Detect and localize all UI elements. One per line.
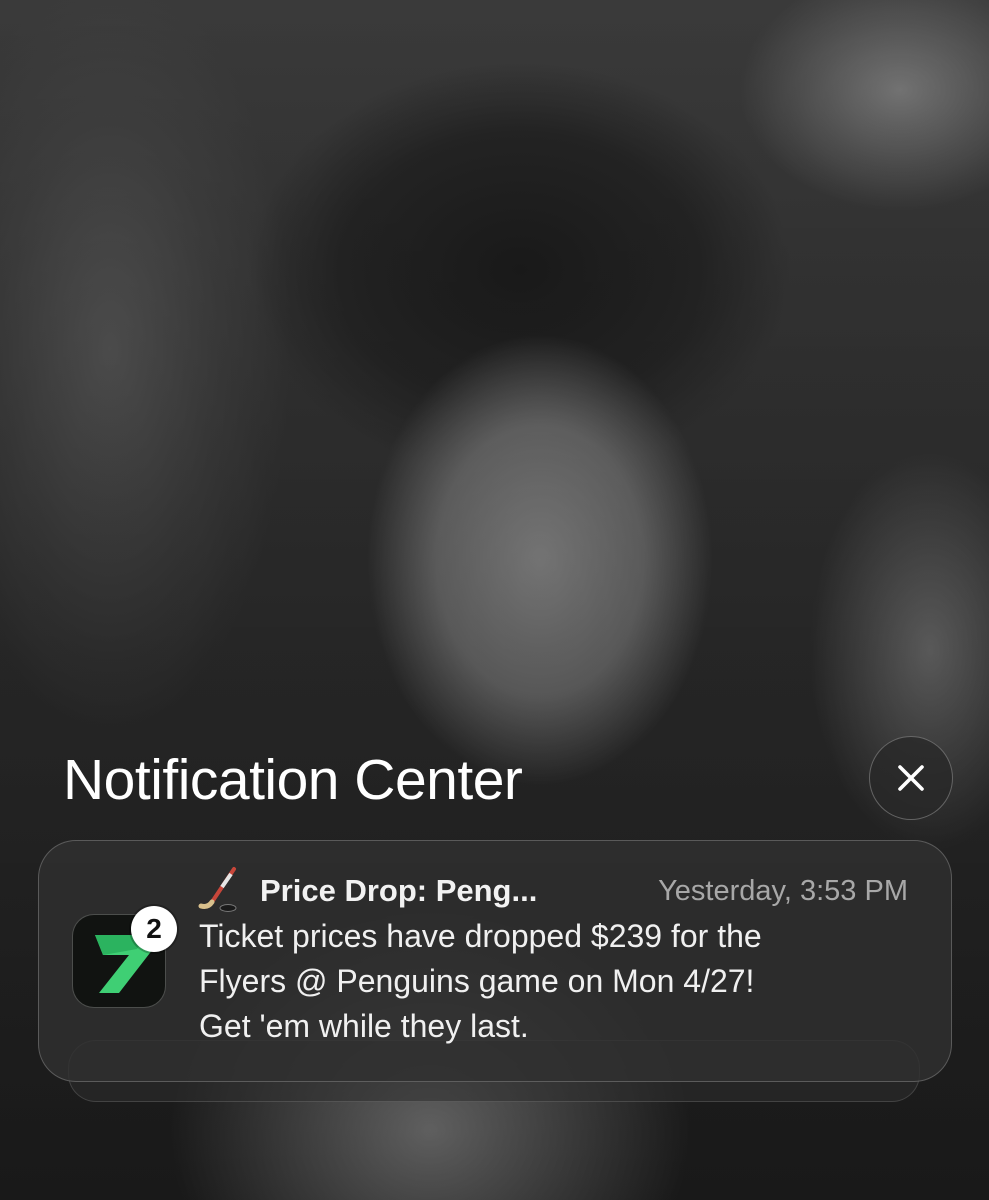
- close-icon: [898, 765, 924, 791]
- notification-body-line: Flyers @ Penguins game on Mon 4/27!: [199, 963, 755, 999]
- notification-count-badge: 2: [131, 906, 177, 952]
- notification-header: Price Drop: Peng... Yesterday, 3:53 PM: [198, 866, 914, 916]
- notification-body: Ticket prices have dropped $239 for the …: [199, 914, 919, 1049]
- notification-center-title: Notification Center: [63, 748, 523, 812]
- notification-timestamp: Yesterday, 3:53 PM: [658, 875, 908, 907]
- notification-body-line: Ticket prices have dropped $239 for the: [199, 918, 762, 954]
- notification-title: Price Drop: Peng...: [260, 873, 538, 908]
- ice-hockey-emoji: [198, 867, 237, 912]
- notification-body-line: Get 'em while they last.: [199, 1008, 529, 1044]
- clear-notifications-button[interactable]: [869, 736, 953, 820]
